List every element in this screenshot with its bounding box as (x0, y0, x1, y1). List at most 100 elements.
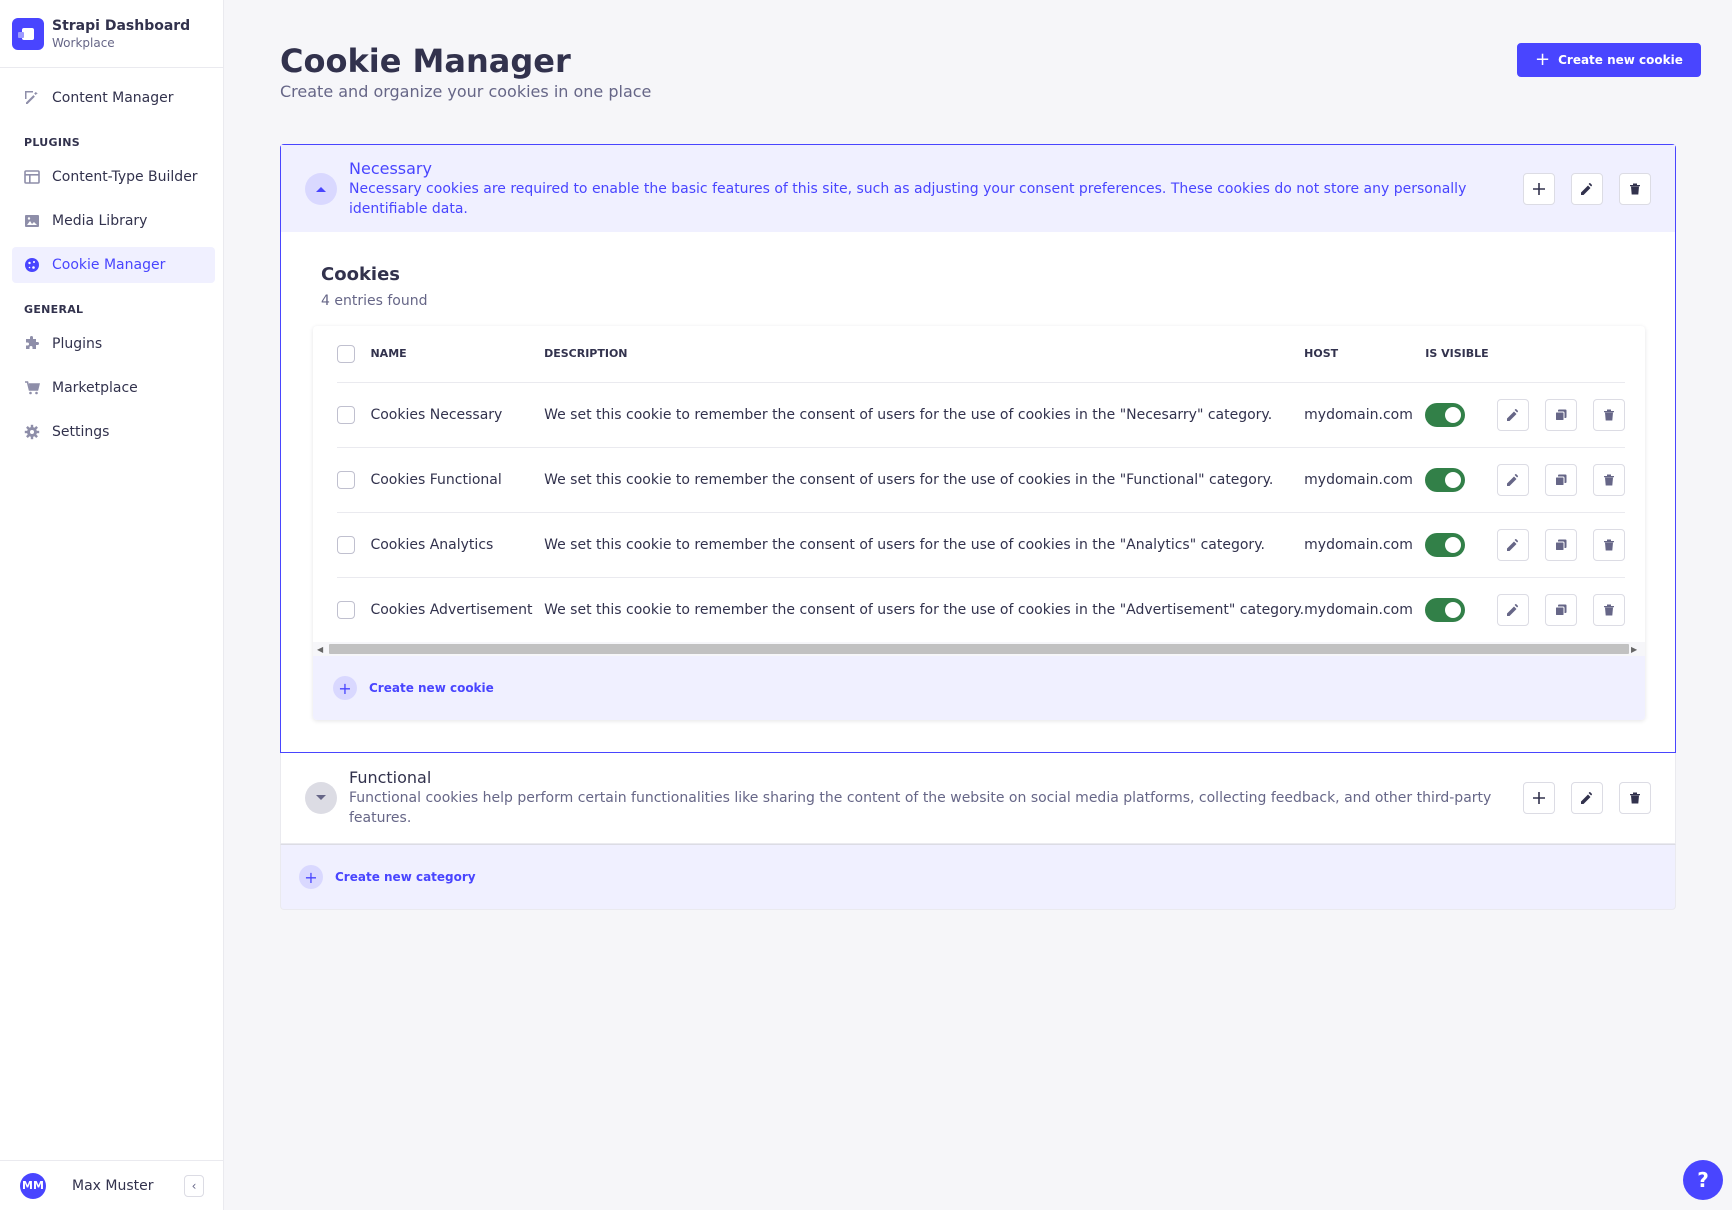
sidebar-item-plugins[interactable]: Plugins (12, 326, 215, 362)
collapse-sidebar-button[interactable]: ‹ (184, 1174, 204, 1197)
row-checkbox[interactable] (337, 405, 355, 424)
table-footer[interactable]: + Create new cookie (313, 656, 1645, 720)
expand-toggle[interactable] (305, 782, 337, 814)
sidebar-item-settings[interactable]: Settings (12, 414, 215, 450)
help-button[interactable]: ? (1683, 1160, 1723, 1200)
sidebar-item-cookie-manager[interactable]: Cookie Manager (12, 247, 215, 283)
category-necessary: Necessary Necessary cookies are required… (280, 144, 1676, 753)
brand-subtitle: Workplace (52, 35, 115, 50)
column-description[interactable]: DESCRIPTION (544, 326, 1305, 383)
main-nav: Content Manager PLUGINS Content-Type Bui… (0, 68, 223, 450)
sidebar-item-marketplace[interactable]: Marketplace (12, 370, 215, 406)
visibility-toggle[interactable] (1425, 467, 1466, 492)
cookies-table-card: NAME DESCRIPTION HOST IS VISIBLE Cookies… (313, 326, 1645, 720)
layout-icon (24, 170, 40, 184)
sidebar-item-label: Plugins (52, 336, 103, 352)
pencil-icon (1507, 603, 1519, 616)
gear-icon (24, 424, 40, 440)
user-name[interactable]: Max Muster (72, 1178, 184, 1194)
category-header[interactable]: Necessary Necessary cookies are required… (281, 145, 1675, 232)
create-new-category-link[interactable]: Create new category (335, 870, 476, 884)
sidebar-item-media-library[interactable]: Media Library (12, 203, 215, 239)
brand[interactable]: Strapi Dashboard Workplace (0, 0, 223, 68)
table-row[interactable]: Cookies Functional We set this cookie to … (337, 447, 1625, 513)
strapi-logo-icon (12, 17, 44, 50)
edit-cookie-button[interactable] (1497, 528, 1529, 561)
trash-icon (1604, 474, 1614, 485)
cookie-description: We set this cookie to remember the conse… (544, 447, 1305, 513)
main-content: Cookie Manager Create and organize your … (224, 0, 1732, 1210)
chevron-left-icon: ‹ (191, 1178, 197, 1193)
edit-cookie-button[interactable] (1497, 593, 1529, 626)
sidebar-item-label: Marketplace (52, 380, 138, 396)
trash-icon (1630, 183, 1640, 194)
table-row[interactable]: Cookies Analytics We set this cookie to r… (337, 512, 1625, 578)
pencil-icon (1581, 182, 1593, 195)
create-button-label: Create new cookie (1558, 53, 1683, 67)
add-cookie-button[interactable] (1523, 172, 1555, 205)
category-title: Necessary (349, 158, 432, 178)
plus-icon (1533, 182, 1545, 195)
create-category-footer[interactable]: + Create new category (280, 844, 1676, 910)
puzzle-icon (26, 336, 39, 349)
visibility-toggle[interactable] (1425, 597, 1466, 622)
sidebar-item-content-type-builder[interactable]: Content-Type Builder (12, 159, 215, 195)
delete-category-button[interactable] (1619, 172, 1651, 205)
sidebar-item-label: Content Manager (52, 90, 174, 106)
duplicate-cookie-button[interactable] (1545, 463, 1577, 496)
cookie-icon (25, 258, 39, 272)
brand-title: Strapi Dashboard (52, 17, 191, 34)
cookie-host: mydomain.com (1304, 382, 1426, 448)
avatar[interactable]: MM (20, 1172, 46, 1199)
delete-category-button[interactable] (1619, 782, 1651, 814)
horizontal-scrollbar[interactable]: ◀ ▶ (313, 642, 1645, 656)
select-all-checkbox[interactable] (337, 344, 355, 363)
cookie-name: Cookies Analytics (370, 512, 545, 578)
column-host[interactable]: HOST (1304, 326, 1426, 383)
cookie-description: We set this cookie to remember the conse… (544, 512, 1305, 578)
row-checkbox[interactable] (337, 600, 355, 619)
sidebar-item-content-manager[interactable]: Content Manager (12, 80, 215, 116)
cookies-title: Cookies (321, 264, 401, 285)
plus-icon: + (1535, 49, 1551, 70)
scroll-right-icon[interactable]: ▶ (1631, 645, 1641, 654)
column-name[interactable]: NAME (370, 326, 545, 383)
sidebar-item-label: Cookie Manager (52, 257, 166, 273)
column-is-visible[interactable]: IS VISIBLE (1425, 326, 1497, 383)
edit-cookie-button[interactable] (1497, 463, 1529, 496)
duplicate-icon (1555, 409, 1567, 421)
table-header-row: NAME DESCRIPTION HOST IS VISIBLE (337, 326, 1625, 383)
category-header[interactable]: Functional Functional cookies help perfo… (281, 753, 1675, 843)
delete-cookie-button[interactable] (1593, 593, 1625, 626)
user-bar: MM Max Muster ‹ (0, 1160, 224, 1210)
table-row[interactable]: Cookies Necessary We set this cookie to r… (337, 382, 1625, 448)
visibility-toggle[interactable] (1425, 532, 1466, 557)
cookie-description: We set this cookie to remember the conse… (544, 601, 1305, 618)
chevron-down-icon (316, 795, 326, 800)
scroll-left-icon[interactable]: ◀ (317, 645, 327, 654)
delete-cookie-button[interactable] (1593, 398, 1625, 431)
category-title: Functional (349, 768, 432, 787)
page-subtitle: Create and organize your cookies in one … (280, 82, 652, 101)
collapse-toggle[interactable] (305, 172, 337, 205)
edit-category-button[interactable] (1571, 172, 1603, 205)
row-checkbox[interactable] (337, 470, 355, 489)
delete-cookie-button[interactable] (1593, 463, 1625, 496)
table-row[interactable]: Cookies Advertisement We set this cookie … (337, 577, 1625, 642)
create-new-cookie-button[interactable]: + Create new cookie (1517, 43, 1701, 77)
cookie-host: mydomain.com (1304, 512, 1426, 578)
sidebar-item-label: Settings (52, 424, 110, 440)
trash-icon (1604, 409, 1614, 420)
row-checkbox[interactable] (337, 535, 355, 554)
create-new-cookie-link[interactable]: Create new cookie (369, 681, 494, 695)
duplicate-cookie-button[interactable] (1545, 528, 1577, 561)
duplicate-cookie-button[interactable] (1545, 398, 1577, 431)
scrollbar-thumb[interactable] (329, 644, 1629, 654)
duplicate-cookie-button[interactable] (1545, 593, 1577, 626)
edit-cookie-button[interactable] (1497, 398, 1529, 431)
edit-category-button[interactable] (1571, 782, 1603, 814)
visibility-toggle[interactable] (1425, 402, 1466, 427)
page-title: Cookie Manager (280, 42, 571, 80)
add-cookie-button[interactable] (1523, 782, 1555, 814)
delete-cookie-button[interactable] (1593, 528, 1625, 561)
